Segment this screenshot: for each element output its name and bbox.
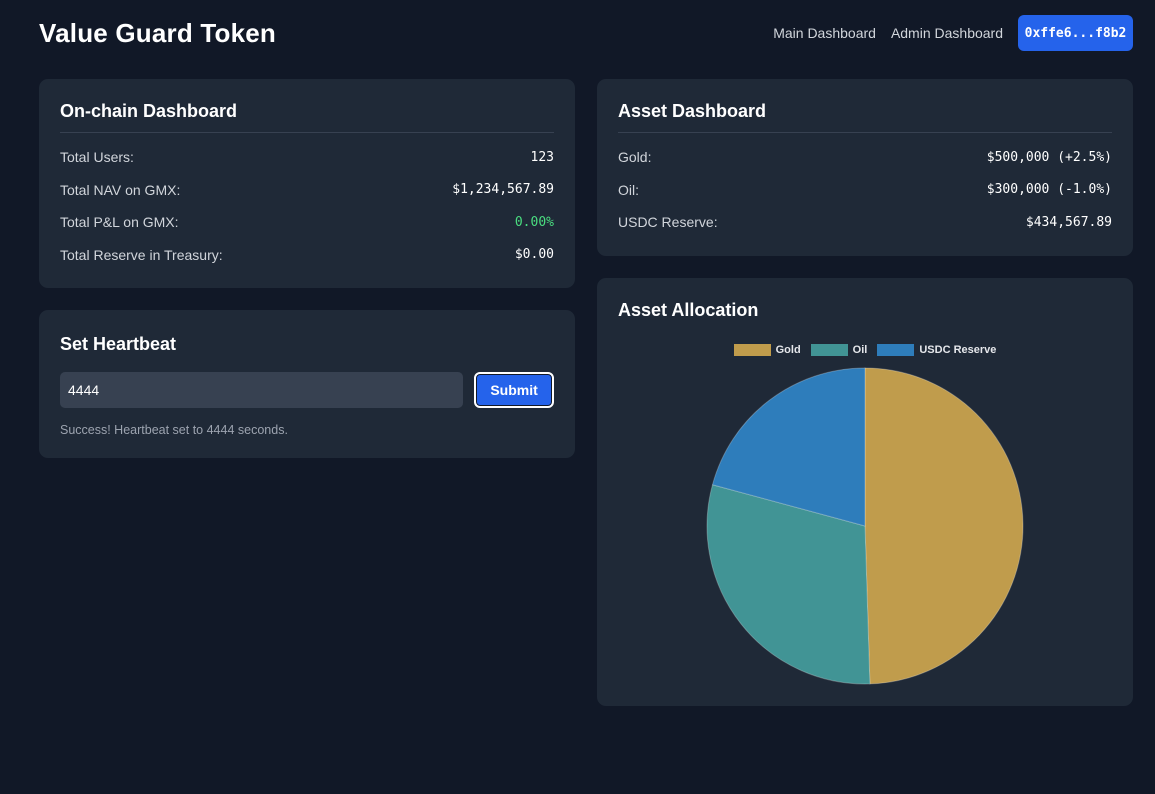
asset-value: $300,000 (-1.0%) xyxy=(986,182,1112,198)
heartbeat-status-message: Success! Heartbeat set to 4444 seconds. xyxy=(60,423,288,437)
asset-row-oil: Oil: $300,000 (-1.0%) xyxy=(618,174,1112,207)
stat-label: Total NAV on GMX: xyxy=(60,181,181,198)
asset-row-gold: Gold: $500,000 (+2.5%) xyxy=(618,141,1112,174)
stat-label: Total Reserve in Treasury: xyxy=(60,246,223,263)
nav-admin-dashboard[interactable]: Admin Dashboard xyxy=(891,25,1003,41)
asset-value: $500,000 (+2.5%) xyxy=(986,149,1112,165)
asset-value: $434,567.89 xyxy=(1025,214,1112,230)
onchain-stats: Total Users: 123 Total NAV on GMX: $1,23… xyxy=(60,141,554,271)
pie-slice-gold[interactable] xyxy=(864,367,1024,685)
asset-stats: Gold: $500,000 (+2.5%) Oil: $300,000 (-1… xyxy=(618,141,1112,239)
onchain-dashboard-title: On-chain Dashboard xyxy=(60,101,554,133)
stat-row-total-users: Total Users: 123 xyxy=(60,141,554,174)
stat-value: $0.00 xyxy=(514,247,554,263)
asset-dashboard-card: Asset Dashboard Gold: $500,000 (+2.5%) O… xyxy=(597,79,1133,256)
heartbeat-card: Set Heartbeat Submit Success! Heartbeat … xyxy=(39,310,575,458)
allocation-pie-chart xyxy=(706,367,1024,685)
stat-row-total-nav: Total NAV on GMX: $1,234,567.89 xyxy=(60,174,554,207)
top-nav: Main Dashboard Admin Dashboard 0xffe6...… xyxy=(773,15,1133,51)
asset-allocation-card: Asset Allocation Gold Oil USDC Reserve xyxy=(597,278,1133,706)
app-title: Value Guard Token xyxy=(39,17,276,48)
stat-label: Total Users: xyxy=(60,149,134,166)
stat-row-total-reserve: Total Reserve in Treasury: $0.00 xyxy=(60,239,554,272)
heartbeat-title: Set Heartbeat xyxy=(60,334,177,354)
stat-value: 123 xyxy=(530,149,554,165)
asset-label: Gold: xyxy=(618,149,652,166)
stat-row-total-pnl: Total P&L on GMX: 0.00% xyxy=(60,206,554,239)
onchain-dashboard-card: On-chain Dashboard Total Users: 123 Tota… xyxy=(39,79,575,288)
stat-value: 0.00% xyxy=(514,214,554,230)
asset-label: Oil: xyxy=(618,181,639,198)
nav-main-dashboard[interactable]: Main Dashboard xyxy=(773,25,876,41)
wallet-address-button[interactable]: 0xffe6...f8b2 xyxy=(1018,15,1133,51)
top-header: Value Guard Token Main Dashboard Admin D… xyxy=(39,0,1133,66)
stat-label: Total P&L on GMX: xyxy=(60,214,179,231)
heartbeat-form: Submit xyxy=(60,372,554,408)
heartbeat-input[interactable] xyxy=(60,372,464,408)
asset-label: USDC Reserve: xyxy=(618,214,718,231)
asset-dashboard-title: Asset Dashboard xyxy=(618,101,1112,133)
asset-row-usdc: USDC Reserve: $434,567.89 xyxy=(618,206,1112,239)
stat-value: $1,234,567.89 xyxy=(452,182,554,198)
submit-button[interactable]: Submit xyxy=(474,372,554,408)
